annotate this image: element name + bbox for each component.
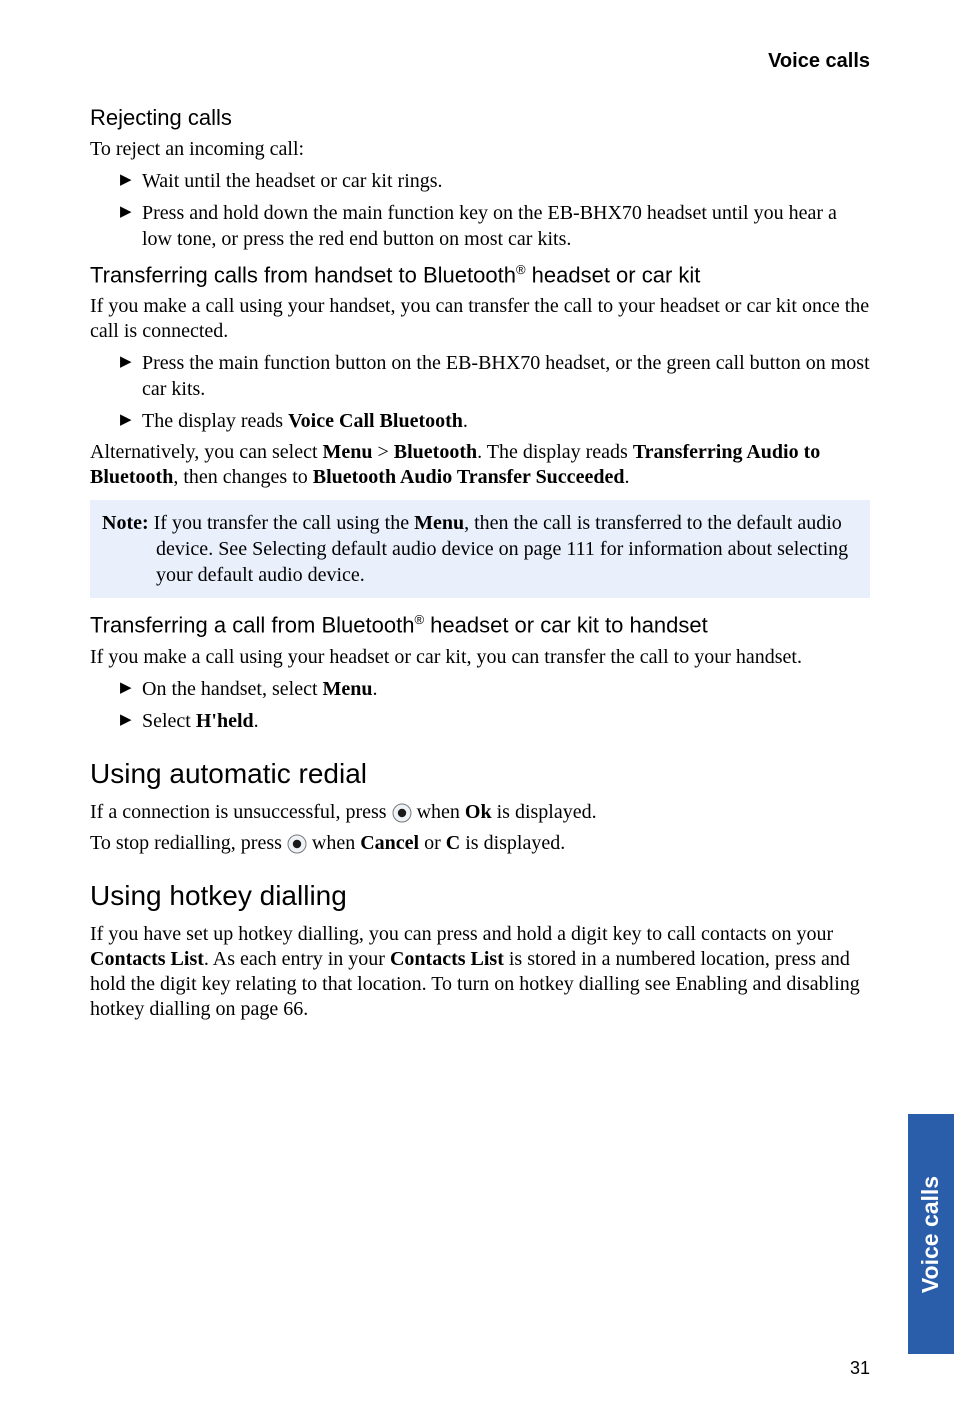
text: when: [312, 832, 360, 854]
list-item: The display reads Voice Call Bluetooth.: [120, 408, 870, 434]
text: Alternatively, you can select: [90, 441, 323, 463]
bold-text: Menu: [323, 678, 373, 700]
list-item: Press and hold down the main function ke…: [120, 200, 870, 252]
text: >: [373, 441, 394, 463]
hotkey-dialling-heading: Using hotkey dialling: [90, 880, 870, 912]
bold-text: Menu: [414, 512, 464, 534]
rejecting-calls-intro: To reject an incoming call:: [90, 137, 870, 162]
text: . As each entry in your: [204, 948, 390, 970]
text: . The display reads: [477, 441, 633, 463]
transfer-to-bt-alt: Alternatively, you can select Menu > Blu…: [90, 440, 870, 490]
bold-text: Bluetooth: [394, 441, 477, 463]
rejecting-calls-heading: Rejecting calls: [90, 105, 870, 131]
side-tab: Voice calls: [908, 1114, 954, 1354]
page-number: 31: [850, 1358, 870, 1379]
center-key-icon: [287, 834, 307, 854]
heading-text: headset or car kit to handset: [424, 613, 708, 638]
bold-text: C: [446, 832, 460, 854]
note-box: Note: If you transfer the call using the…: [90, 500, 870, 598]
text: If you transfer the call using the: [149, 512, 414, 534]
text: is displayed.: [460, 832, 565, 854]
side-tab-label: Voice calls: [918, 1175, 945, 1292]
auto-redial-p2: To stop redialling, press when Cancel or…: [90, 831, 870, 856]
transfer-from-bt-intro: If you make a call using your headset or…: [90, 645, 870, 670]
bold-text: Menu: [323, 441, 373, 463]
heading-text: Transferring a call from Bluetooth: [90, 613, 414, 638]
bold-text: Cancel: [360, 832, 419, 854]
text: .: [624, 466, 629, 488]
text: or: [419, 832, 446, 854]
text: .: [463, 410, 468, 432]
text: .: [254, 710, 259, 732]
center-key-icon: [392, 803, 412, 823]
list-item: Press the main function button on the EB…: [120, 350, 870, 402]
bold-text: H'held: [196, 710, 254, 732]
hotkey-dialling-body: If you have set up hotkey dialling, you …: [90, 922, 870, 1022]
text: If a connection is unsuccessful, press: [90, 801, 392, 823]
heading-text: headset or car kit: [526, 262, 701, 287]
text: The display reads: [142, 410, 288, 432]
text: If you have set up hotkey dialling, you …: [90, 923, 833, 945]
text: , then changes to: [173, 466, 312, 488]
text: Select: [142, 710, 196, 732]
registered-icon: ®: [414, 612, 424, 627]
transfer-to-bt-intro: If you make a call using your handset, y…: [90, 294, 870, 344]
page-content: Rejecting calls To reject an incoming ca…: [90, 95, 870, 1028]
bold-text: Voice Call Bluetooth: [288, 410, 463, 432]
bold-text: Contacts List: [390, 948, 504, 970]
bold-text: Ok: [465, 801, 492, 823]
running-header: Voice calls: [90, 50, 870, 73]
auto-redial-heading: Using automatic redial: [90, 758, 870, 790]
list-item: Wait until the headset or car kit rings.: [120, 168, 870, 194]
text: To stop redialling, press: [90, 832, 287, 854]
transfer-from-bt-list: On the handset, select Menu. Select H'he…: [90, 676, 870, 734]
transfer-to-bt-heading: Transferring calls from handset to Bluet…: [90, 262, 870, 288]
bold-text: Bluetooth Audio Transfer Succeeded: [313, 466, 625, 488]
list-item: On the handset, select Menu.: [120, 676, 870, 702]
heading-text: Transferring calls from handset to Bluet…: [90, 262, 516, 287]
auto-redial-p1: If a connection is unsuccessful, press w…: [90, 800, 870, 825]
text: On the handset, select: [142, 678, 323, 700]
bold-text: Contacts List: [90, 948, 204, 970]
text: .: [373, 678, 378, 700]
transfer-to-bt-list: Press the main function button on the EB…: [90, 350, 870, 434]
text: is displayed.: [492, 801, 597, 823]
transfer-from-bt-heading: Transferring a call from Bluetooth® head…: [90, 612, 870, 638]
rejecting-calls-list: Wait until the headset or car kit rings.…: [90, 168, 870, 252]
note-label: Note:: [102, 512, 149, 534]
list-item: Select H'held.: [120, 708, 870, 734]
text: when: [417, 801, 465, 823]
registered-icon: ®: [516, 262, 526, 277]
